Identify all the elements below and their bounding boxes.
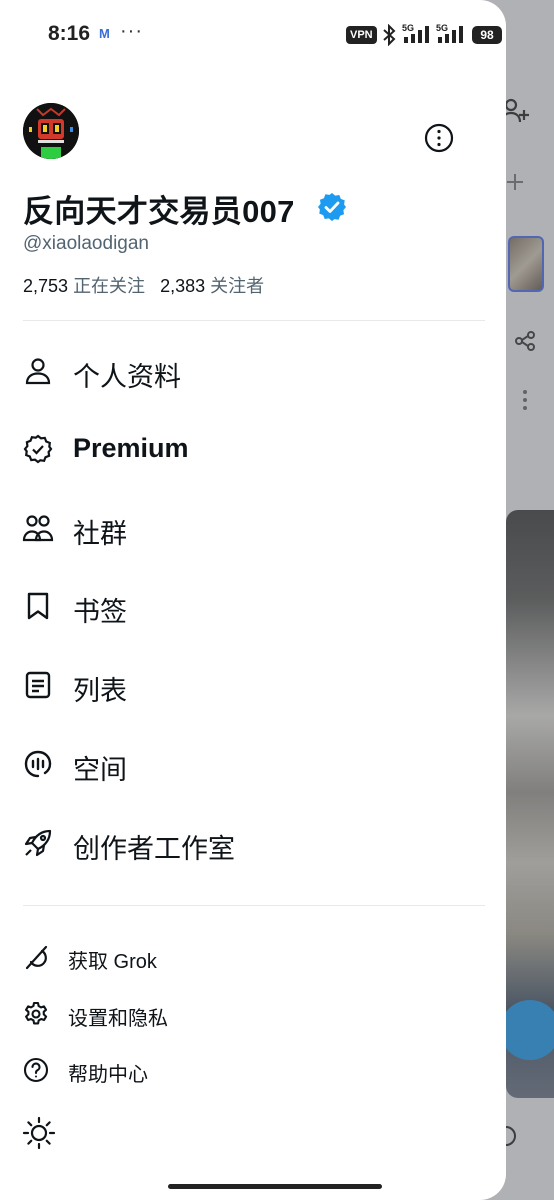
followers-label: 关注者 [210, 276, 265, 296]
status-bar: 8:16 M ··· VPN 5G 5G 98 [0, 0, 506, 70]
verified-badge-icon [318, 193, 346, 221]
followers-count: 2,383 [160, 276, 206, 296]
menu-item-label: 书签 [73, 597, 127, 627]
following-label: 正在关注 [73, 276, 146, 296]
list-icon [25, 671, 51, 699]
menu-item-communities[interactable]: 社群 [0, 498, 506, 558]
menu-item-label: 列表 [73, 676, 127, 706]
bookmark-icon [27, 592, 49, 620]
menu-item-spaces[interactable]: 空间 [0, 734, 506, 794]
menu-item-lists[interactable]: 列表 [0, 655, 506, 715]
menu-item-help-center[interactable]: 帮助中心 [0, 1047, 506, 1091]
vpn-badge: VPN [346, 26, 377, 44]
menu-item-settings[interactable]: 设置和隐私 [0, 991, 506, 1035]
menu-item-creator-studio[interactable]: 创作者工作室 [0, 813, 506, 873]
profile-name[interactable]: 反向天才交易员007 [23, 186, 295, 231]
avatar-image [23, 103, 79, 159]
communities-icon [22, 515, 54, 542]
divider [23, 905, 485, 906]
menu-item-label: 个人资料 [73, 362, 181, 392]
followers-link[interactable]: 2,383 关注者 [160, 276, 264, 296]
status-time: 8:16 [48, 22, 91, 45]
gear-icon [25, 1001, 48, 1025]
person-icon [25, 358, 51, 385]
menu-item-label: Premium [73, 433, 189, 463]
following-count: 2,753 [23, 276, 69, 296]
signal-icon: 5G [402, 23, 429, 43]
sun-icon[interactable] [22, 1116, 56, 1150]
battery-icon: 98 [472, 26, 502, 44]
follow-stats: 2,753 正在关注 2,383 关注者 [23, 272, 264, 298]
gmail-icon: M [99, 26, 110, 41]
divider [23, 320, 485, 321]
following-link[interactable]: 2,753 正在关注 [23, 276, 150, 296]
home-indicator[interactable] [168, 1184, 382, 1189]
menu-item-premium[interactable]: Premium [0, 419, 506, 479]
menu-item-label: 社群 [73, 519, 127, 549]
signal-icon: 5G [436, 23, 463, 43]
menu-item-label: 帮助中心 [68, 1064, 148, 1086]
grok-icon [25, 945, 48, 970]
menu-item-profile[interactable]: 个人资料 [0, 341, 506, 401]
menu-item-label: 获取 Grok [68, 951, 157, 973]
menu-item-label: 创作者工作室 [73, 834, 235, 864]
svg-text:5G: 5G [436, 23, 448, 33]
menu-item-grok[interactable]: 获取 Grok [0, 934, 506, 978]
bluetooth-icon [383, 24, 396, 46]
menu-item-label: 空间 [73, 755, 127, 785]
more-options-icon[interactable] [423, 122, 455, 154]
svg-text:5G: 5G [402, 23, 414, 33]
notification-overflow: ··· [120, 20, 143, 42]
navigation-drawer: 8:16 M ··· VPN 5G 5G 98 反向天才交易员007 @xiao… [0, 0, 506, 1200]
help-icon [23, 1057, 49, 1083]
rocket-icon [24, 829, 52, 857]
profile-handle[interactable]: @xiaolaodigan [23, 233, 149, 255]
premium-badge-icon [23, 434, 53, 464]
avatar[interactable] [23, 103, 79, 159]
menu-item-label: 设置和隐私 [68, 1008, 168, 1030]
spaces-icon [24, 750, 52, 778]
menu-item-bookmarks[interactable]: 书签 [0, 576, 506, 636]
